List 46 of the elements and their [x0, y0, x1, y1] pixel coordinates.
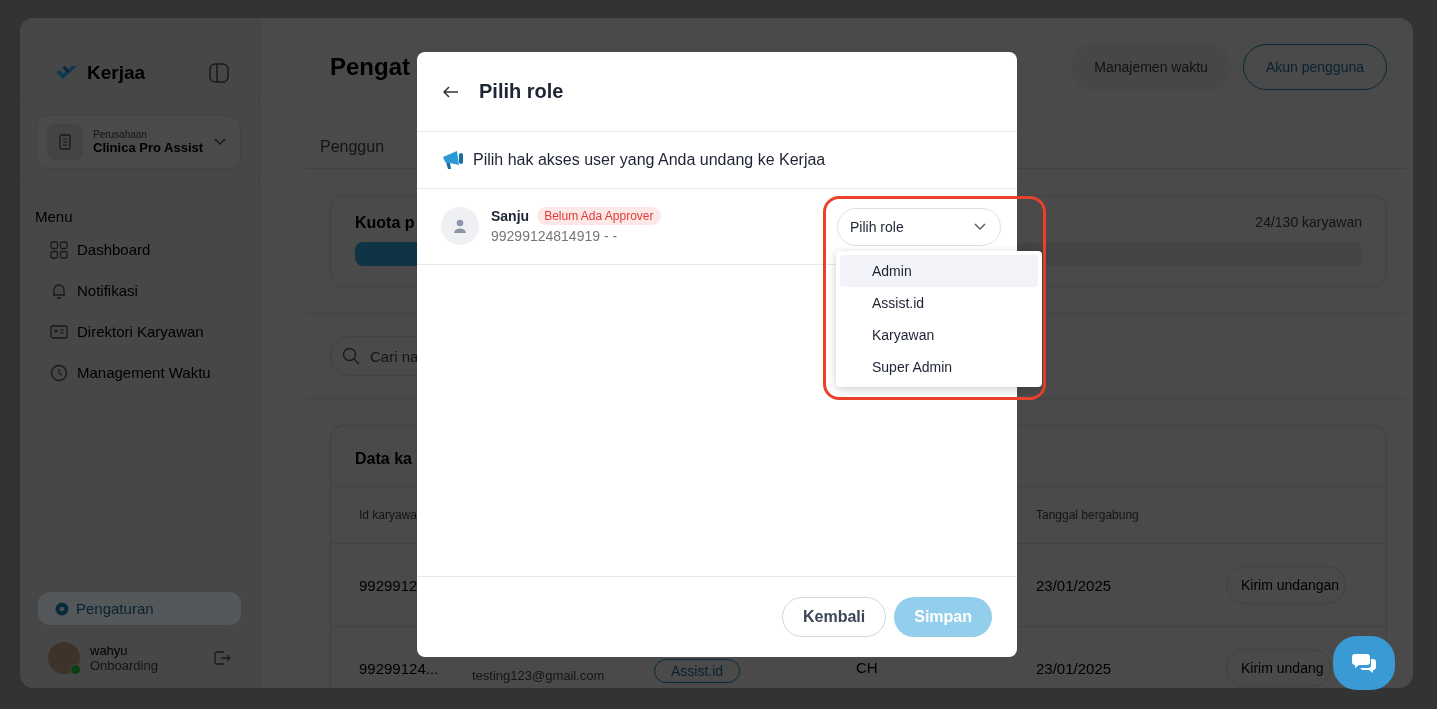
- settings-item[interactable]: Pengaturan: [38, 592, 241, 625]
- building-icon: [57, 134, 73, 150]
- invite-button[interactable]: Kirim undang: [1226, 649, 1331, 687]
- table-cell-text: 9929912: [359, 576, 419, 594]
- menu-item[interactable]: Direktori Karyawan: [35, 311, 259, 352]
- back-arrow-icon[interactable]: [443, 85, 459, 98]
- logo-icon: [55, 64, 79, 82]
- sidebar-toggle-icon[interactable]: [209, 63, 229, 83]
- company-name: Clinica Pro Assist: [93, 140, 204, 155]
- user-name: wahyu: [90, 643, 129, 658]
- menu-item[interactable]: Notifikasi: [35, 270, 259, 311]
- quota-title: Kuota p: [355, 214, 415, 232]
- clock-icon: [50, 363, 68, 382]
- dialog-notice: Pilih hak akses user yang Anda undang ke Kerjaa: [473, 151, 826, 169]
- brand-name: Kerjaa: [87, 62, 146, 84]
- user-name: Sanju: [491, 208, 530, 224]
- chat-bubble-icon: [1351, 652, 1377, 674]
- nav-button[interactable]: Akun pengguna: [1242, 44, 1387, 90]
- chevron-down-icon: [974, 222, 986, 231]
- role-option[interactable]: Admin: [840, 255, 1038, 287]
- menu-item[interactable]: Management Waktu: [35, 352, 259, 393]
- grid-icon: [50, 240, 68, 259]
- page-title: Pengat: [330, 53, 410, 81]
- status-badge: Belum Ada Approver: [537, 207, 661, 225]
- menu-heading: Menu: [35, 208, 74, 225]
- id-card-icon: [50, 322, 68, 341]
- dialog-button[interactable]: Kembali: [781, 597, 887, 637]
- role-option[interactable]: Karyawan: [840, 319, 1038, 351]
- table-cell-text: 23/01/2025: [1036, 659, 1113, 677]
- invite-button[interactable]: Kirim undangan: [1226, 566, 1347, 604]
- chevron-down-icon: [214, 138, 226, 146]
- bell-icon: [50, 281, 68, 300]
- role-option[interactable]: Assist.id: [840, 287, 1038, 319]
- table-cell: CH: [856, 659, 878, 676]
- dialog-title: Pilih role: [479, 80, 564, 103]
- megaphone-icon: [441, 149, 465, 171]
- table-cell-text: 99299124...: [359, 659, 440, 677]
- role-select[interactable]: Pilih role: [837, 207, 1001, 246]
- settings-icon: [54, 600, 70, 617]
- user-avatar-icon: [441, 207, 479, 245]
- role-option[interactable]: Super Admin: [840, 351, 1038, 383]
- table-cell-text: 23/01/2025: [1036, 576, 1113, 594]
- table-title: Data ka: [354, 449, 413, 469]
- avatar: [48, 642, 80, 674]
- menu-item[interactable]: Dashboard: [35, 229, 259, 270]
- user-detail: 99299124814919 - -: [491, 228, 619, 244]
